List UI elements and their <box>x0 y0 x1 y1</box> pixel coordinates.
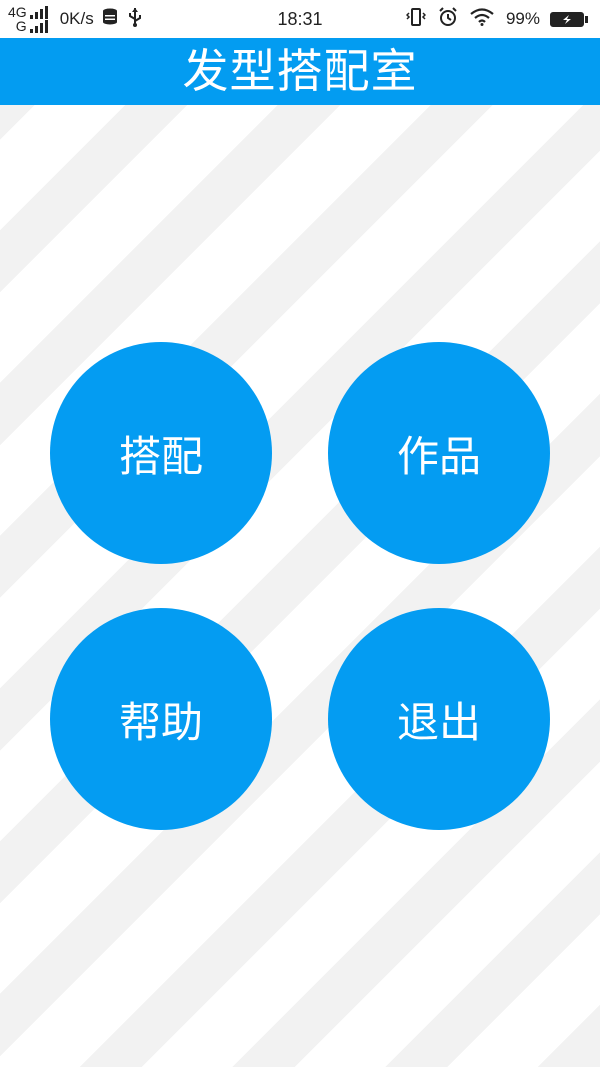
status-left: 4G G 0K/s <box>8 2 152 36</box>
battery-percent: 99% <box>505 9 540 28</box>
network-speed: 0K/s <box>59 9 94 28</box>
title-bar: 发型搭配室 <box>0 38 600 105</box>
main-menu: 搭配 作品 帮助 退出 <box>0 105 600 1067</box>
status-bar: 4G G 0K/s 18:31 99% <box>0 0 600 38</box>
usb-icon <box>128 7 142 32</box>
works-button[interactable]: 作品 <box>328 342 550 564</box>
vibrate-icon <box>405 7 427 31</box>
status-right: 99% <box>405 0 588 38</box>
signal-icon-secondary <box>29 20 50 33</box>
battery-icon <box>550 11 588 27</box>
exit-button[interactable]: 退出 <box>328 608 550 830</box>
signal-icon <box>29 6 50 19</box>
network-type-top: 4G <box>8 4 27 20</box>
app-title: 发型搭配室 <box>182 44 418 98</box>
help-button[interactable]: 帮助 <box>50 608 272 830</box>
data-icon <box>102 8 118 31</box>
match-button[interactable]: 搭配 <box>50 342 272 564</box>
network-type-bottom: G <box>15 18 27 34</box>
network-indicator: 4G G <box>8 5 50 33</box>
wifi-icon <box>470 7 494 31</box>
alarm-icon <box>438 6 458 32</box>
